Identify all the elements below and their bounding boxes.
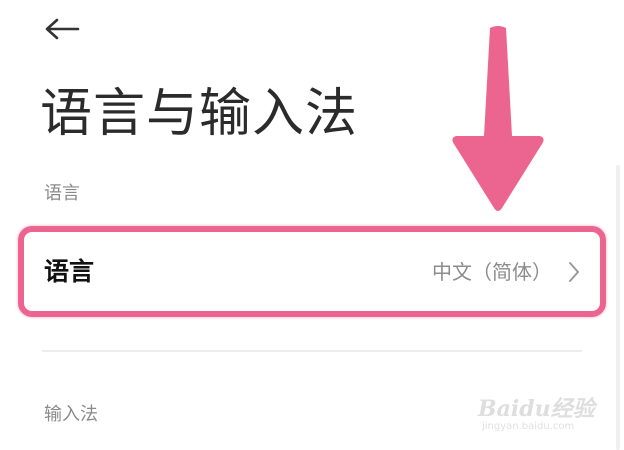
back-button[interactable] — [40, 8, 88, 48]
page-title: 语言与输入法 — [40, 84, 359, 144]
chevron-right-icon — [569, 262, 579, 282]
language-setting-row[interactable]: 语言 中文（简体） — [24, 232, 602, 312]
watermark-brand: Baidu经验 — [478, 396, 595, 422]
language-row-value: 中文（简体） — [432, 260, 552, 284]
baidu-watermark: Baidu经验 jingyan.baidu.com — [478, 385, 618, 445]
section-header-input-method: 输入法 — [44, 404, 98, 425]
watermark-url: jingyan.baidu.com — [482, 421, 575, 432]
arrow-down-icon — [452, 26, 544, 211]
section-divider — [42, 350, 582, 352]
section-header-language: 语言 — [44, 183, 80, 204]
arrow-left-icon — [45, 18, 80, 40]
language-row-label: 语言 — [44, 257, 95, 286]
